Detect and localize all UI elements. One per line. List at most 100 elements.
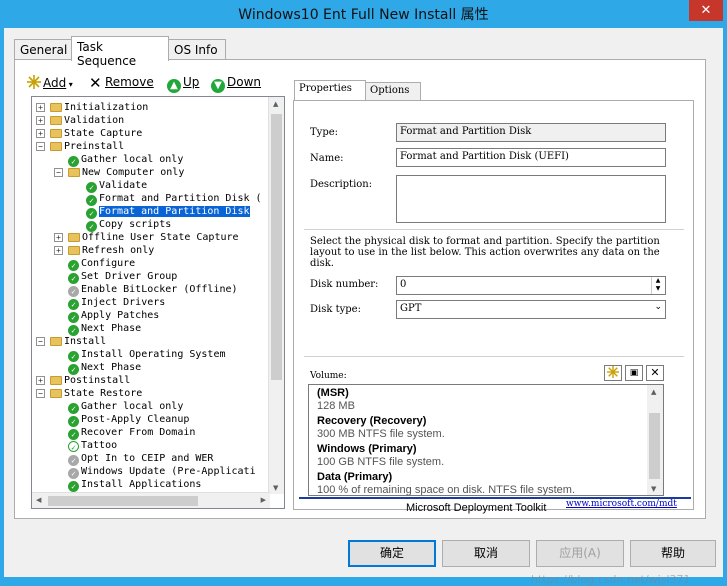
tree-item-label: Initialization: [64, 102, 149, 113]
volume-item[interactable]: Data (Primary) 100 % of remaining space o…: [317, 471, 575, 495]
tree-item[interactable]: ✓ Set Driver Group: [68, 270, 177, 284]
cancel-button[interactable]: 取消: [442, 540, 530, 567]
instructions-text: Select the physical disk to format and p…: [310, 236, 660, 269]
volume-label: Volume:: [310, 371, 347, 381]
volume-scroll-thumb[interactable]: [649, 413, 660, 479]
tree-item[interactable]: ✓ Windows Update (Pre-Applicati: [68, 465, 256, 479]
volume-item[interactable]: (MSR) 128 MB: [317, 387, 355, 413]
tree-expander-icon[interactable]: +: [36, 376, 45, 385]
volume-properties-icon[interactable]: ▣: [625, 365, 643, 381]
window-title: Windows10 Ent Full New Install 属性: [238, 7, 489, 23]
volume-item[interactable]: Recovery (Recovery) 300 MB NTFS file syst…: [317, 415, 445, 441]
disk-number-spinner[interactable]: 0 ▲ ▼: [396, 276, 666, 295]
tree-item[interactable]: ✓ Configure: [68, 257, 135, 271]
tree-item[interactable]: New Computer only: [68, 166, 184, 179]
help-button[interactable]: 帮助: [630, 540, 716, 567]
tree-item[interactable]: ✓ Enable BitLocker (Offline): [68, 283, 238, 297]
volume-scrollbar[interactable]: ▲ ▼: [647, 385, 663, 495]
apply-button[interactable]: 应用(A): [536, 540, 624, 567]
tree-expander-icon[interactable]: +: [36, 129, 45, 138]
tree-item[interactable]: State Capture: [50, 127, 142, 140]
tab-properties[interactable]: Properties: [294, 80, 366, 100]
tree-item[interactable]: ✓ Copy scripts: [86, 218, 171, 232]
tree-horizontal-scrollbar[interactable]: ◀ ▶: [32, 492, 270, 508]
tree-item[interactable]: ✓ Opt In to CEIP and WER: [68, 452, 213, 466]
close-button[interactable]: ✕: [689, 0, 723, 21]
tree-item[interactable]: Refresh only: [68, 244, 154, 257]
tree-expander-icon[interactable]: +: [54, 246, 63, 255]
tree-item[interactable]: ✓ Apply Patches: [68, 309, 160, 323]
description-label: Description:: [310, 179, 373, 190]
delete-volume-icon[interactable]: ✕: [646, 365, 664, 381]
up-button[interactable]: ▲ Up: [167, 75, 199, 93]
tree-vertical-thumb[interactable]: [271, 114, 282, 380]
tree-expander-icon[interactable]: +: [36, 116, 45, 125]
volume-scroll-up-icon[interactable]: ▲: [651, 388, 656, 396]
tree-item[interactable]: Install: [50, 335, 106, 348]
scroll-right-icon[interactable]: ▶: [261, 496, 266, 504]
tree-item-label: Recover From Domain: [81, 427, 196, 438]
tree-expander-icon[interactable]: +: [36, 103, 45, 112]
disk-type-value: GPT: [400, 303, 422, 314]
tree-item-label: Next Phase: [81, 323, 142, 334]
volume-item[interactable]: Windows (Primary) 100 GB NTFS file system…: [317, 443, 444, 469]
tree-vertical-scrollbar[interactable]: ▲ ▼: [268, 97, 284, 494]
tree-item[interactable]: ✓ Gather local only: [68, 400, 184, 414]
tree-item[interactable]: ✓ Format and Partition Disk (: [86, 192, 262, 206]
tree-expander-icon[interactable]: −: [36, 142, 45, 151]
add-button[interactable]: Add ▾: [27, 75, 73, 90]
name-input[interactable]: Format and Partition Disk (UEFI): [396, 148, 666, 167]
tree-item[interactable]: ✓ Recover From Domain: [68, 426, 196, 440]
folder-icon: [68, 233, 80, 242]
tree-item[interactable]: ✓ Install Operating System: [68, 348, 226, 362]
tab-os-info[interactable]: OS Info: [168, 39, 226, 60]
ok-button[interactable]: 确定: [348, 540, 436, 567]
volume-detail: 100 GB NTFS file system.: [317, 456, 445, 468]
tree-item[interactable]: Postinstall: [50, 374, 130, 387]
sequence-tree-view[interactable]: + Initialization + Validation + State Capture…: [31, 96, 285, 509]
tree-item[interactable]: Offline User State Capture: [68, 231, 239, 244]
tree-item[interactable]: Initialization: [50, 101, 148, 114]
tree-item[interactable]: ✓ Format and Partition Disk: [86, 205, 250, 219]
folder-icon: [50, 116, 62, 125]
description-input[interactable]: [396, 175, 666, 223]
remove-x-icon: ✕: [89, 74, 102, 92]
scroll-left-icon[interactable]: ◀: [36, 496, 41, 504]
scroll-down-icon[interactable]: ▼: [273, 484, 278, 492]
tree-horizontal-thumb[interactable]: [48, 496, 198, 506]
volume-scroll-down-icon[interactable]: ▼: [651, 485, 656, 493]
tree-expander-icon[interactable]: −: [36, 337, 45, 346]
scroll-up-icon[interactable]: ▲: [273, 100, 278, 108]
spinner-arrows-icon[interactable]: ▲ ▼: [651, 277, 664, 294]
disk-type-select[interactable]: GPT ⌄: [396, 300, 666, 319]
tab-options[interactable]: Options: [365, 82, 421, 100]
tree-item[interactable]: ✓ Tattoo: [68, 439, 117, 452]
tree-expander-icon[interactable]: −: [36, 389, 45, 398]
folder-icon: [50, 129, 62, 138]
tree-item[interactable]: ✓ Validate: [86, 179, 147, 193]
tree-item[interactable]: Preinstall: [50, 140, 124, 153]
tree-item-label: Apply Patches: [81, 310, 160, 321]
tab-task-sequence[interactable]: Task Sequence: [71, 36, 169, 68]
tree-expander-icon[interactable]: −: [54, 168, 63, 177]
tree-item[interactable]: State Restore: [50, 387, 142, 400]
tree-item[interactable]: ✓ Inject Drivers: [68, 296, 165, 310]
new-volume-icon[interactable]: [604, 365, 622, 381]
tree-item[interactable]: ✓ Post-Apply Cleanup: [68, 413, 189, 427]
tree-item-label: Postinstall: [64, 375, 131, 386]
tree-item[interactable]: ✓ Install Applications: [68, 478, 201, 492]
mdt-link[interactable]: www.microsoft.com/mdt: [566, 499, 677, 509]
disk-type-label: Disk type:: [310, 304, 361, 315]
tree-item[interactable]: ✓ Gather local only: [68, 153, 183, 167]
tree-item[interactable]: Validation: [50, 114, 124, 127]
volume-list[interactable]: (MSR) 128 MB Recovery (Recovery) 300 MB NTF…: [308, 384, 664, 496]
tree-item[interactable]: ✓ Next Phase: [68, 322, 142, 336]
down-button[interactable]: ▼ Down: [211, 75, 261, 93]
tree-item-label: Validation: [64, 115, 125, 126]
tree-item-label: Gather local only: [81, 401, 184, 412]
tab-general[interactable]: General: [14, 39, 72, 60]
tree-item[interactable]: ✓ Next Phase: [68, 361, 141, 375]
volume-detail: 300 MB NTFS file system.: [317, 428, 445, 440]
tree-expander-icon[interactable]: +: [54, 233, 63, 242]
remove-button[interactable]: ✕ Remove: [89, 74, 154, 92]
